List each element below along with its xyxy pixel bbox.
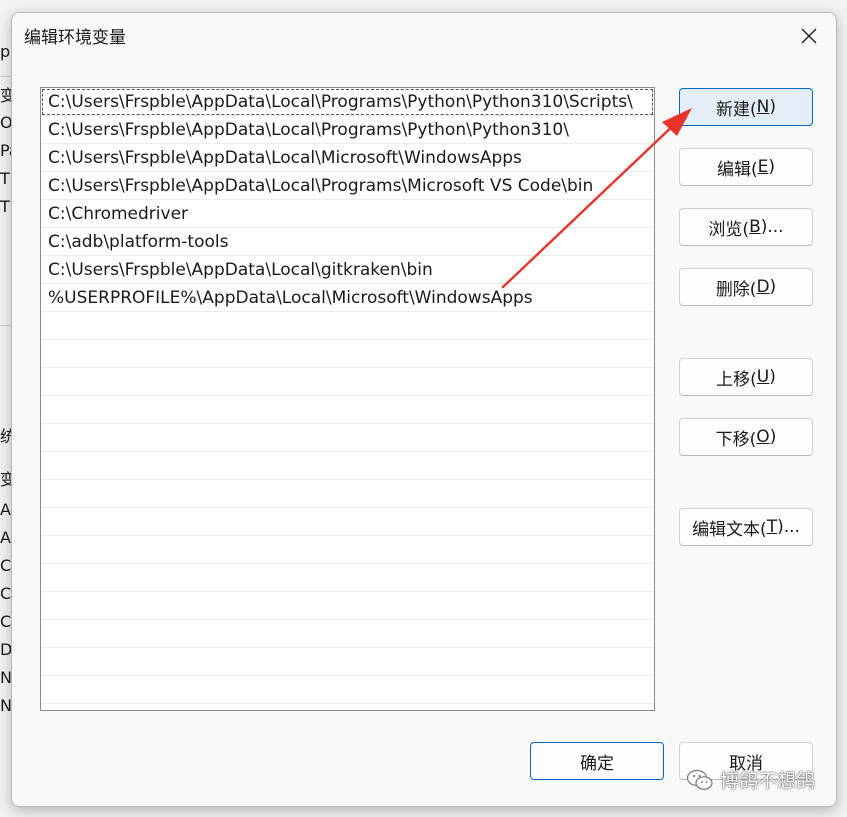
edit-text-button-label: 编辑文本( <box>692 519 767 540</box>
move-down-button-label: 下移( <box>715 429 757 450</box>
watermark-text: 博鸽不想鸽 <box>720 770 816 792</box>
path-list-item[interactable]: C:\Users\Frspble\AppData\Local\Programs\… <box>41 88 654 116</box>
move-down-button[interactable]: 下移(O) <box>679 418 813 456</box>
empty-list-row[interactable] <box>41 592 654 620</box>
empty-list-row[interactable] <box>41 396 654 424</box>
delete-button-mnemonic: D <box>756 277 770 297</box>
edit-text-button-mnemonic: T <box>766 517 778 537</box>
path-list-item[interactable]: C:\Users\Frspble\AppData\Local\gitkraken… <box>41 256 654 284</box>
new-button-label: 新建( <box>716 99 757 120</box>
edit-button-label: 编辑( <box>716 159 758 180</box>
empty-list-row[interactable] <box>41 424 654 452</box>
path-list-item[interactable]: C:\Users\Frspble\AppData\Local\Programs\… <box>41 172 654 200</box>
new-button-suffix: ) <box>769 97 776 117</box>
empty-list-row[interactable] <box>41 368 654 396</box>
edit-button-mnemonic: E <box>757 157 769 177</box>
path-list-item[interactable]: C:\Users\Frspble\AppData\Local\Microsoft… <box>41 144 654 172</box>
path-list-item[interactable]: C:\Chromedriver <box>41 200 654 228</box>
close-button[interactable] <box>792 19 826 53</box>
move-down-button-suffix: ) <box>769 427 777 447</box>
move-up-button-suffix: ) <box>769 367 776 387</box>
empty-list-row[interactable] <box>41 648 654 676</box>
move-up-button[interactable]: 上移(U) <box>679 358 813 396</box>
browse-button[interactable]: 浏览(B)... <box>679 208 813 246</box>
close-icon <box>801 28 817 44</box>
edit-text-button[interactable]: 编辑文本(T)... <box>679 508 813 546</box>
browse-button-mnemonic: B <box>749 217 761 237</box>
edit-environment-variable-dialog: 编辑环境变量 C:\Users\Frspble\AppData\Local\Pr… <box>11 12 837 807</box>
path-list-item[interactable]: C:\Users\Frspble\AppData\Local\Programs\… <box>41 116 654 144</box>
delete-button-label: 删除( <box>715 279 757 300</box>
empty-list-row[interactable] <box>41 564 654 592</box>
delete-button[interactable]: 删除(D) <box>679 268 813 306</box>
empty-list-row[interactable] <box>41 536 654 564</box>
browse-button-label: 浏览( <box>708 219 750 240</box>
edit-text-button-suffix: )... <box>777 517 800 537</box>
move-up-button-label: 上移( <box>716 369 757 390</box>
path-list[interactable]: C:\Users\Frspble\AppData\Local\Programs\… <box>40 87 655 711</box>
empty-list-row[interactable] <box>41 452 654 480</box>
empty-list-row[interactable] <box>41 312 654 340</box>
path-list-item[interactable]: C:\adb\platform-tools <box>41 228 654 256</box>
ok-button[interactable]: 确定 <box>530 742 664 780</box>
edit-button[interactable]: 编辑(E) <box>679 148 813 186</box>
empty-list-row[interactable] <box>41 508 654 536</box>
wechat-icon <box>686 769 713 790</box>
empty-list-row[interactable] <box>41 676 654 704</box>
edit-button-suffix: ) <box>768 157 776 177</box>
move-up-button-mnemonic: U <box>756 367 770 387</box>
delete-button-suffix: ) <box>769 277 777 297</box>
empty-list-row[interactable] <box>41 620 654 648</box>
browse-button-suffix: )... <box>760 217 784 237</box>
move-down-button-mnemonic: O <box>756 427 770 447</box>
new-button[interactable]: 新建(N) <box>679 88 813 126</box>
dialog-title: 编辑环境变量 <box>24 28 126 48</box>
watermark: 博鸽不想鸽 <box>686 766 815 793</box>
empty-list-row[interactable] <box>41 340 654 368</box>
empty-list-row[interactable] <box>41 480 654 508</box>
path-list-item[interactable]: %USERPROFILE%\AppData\Local\Microsoft\Wi… <box>41 284 654 312</box>
new-button-mnemonic: N <box>756 97 770 117</box>
